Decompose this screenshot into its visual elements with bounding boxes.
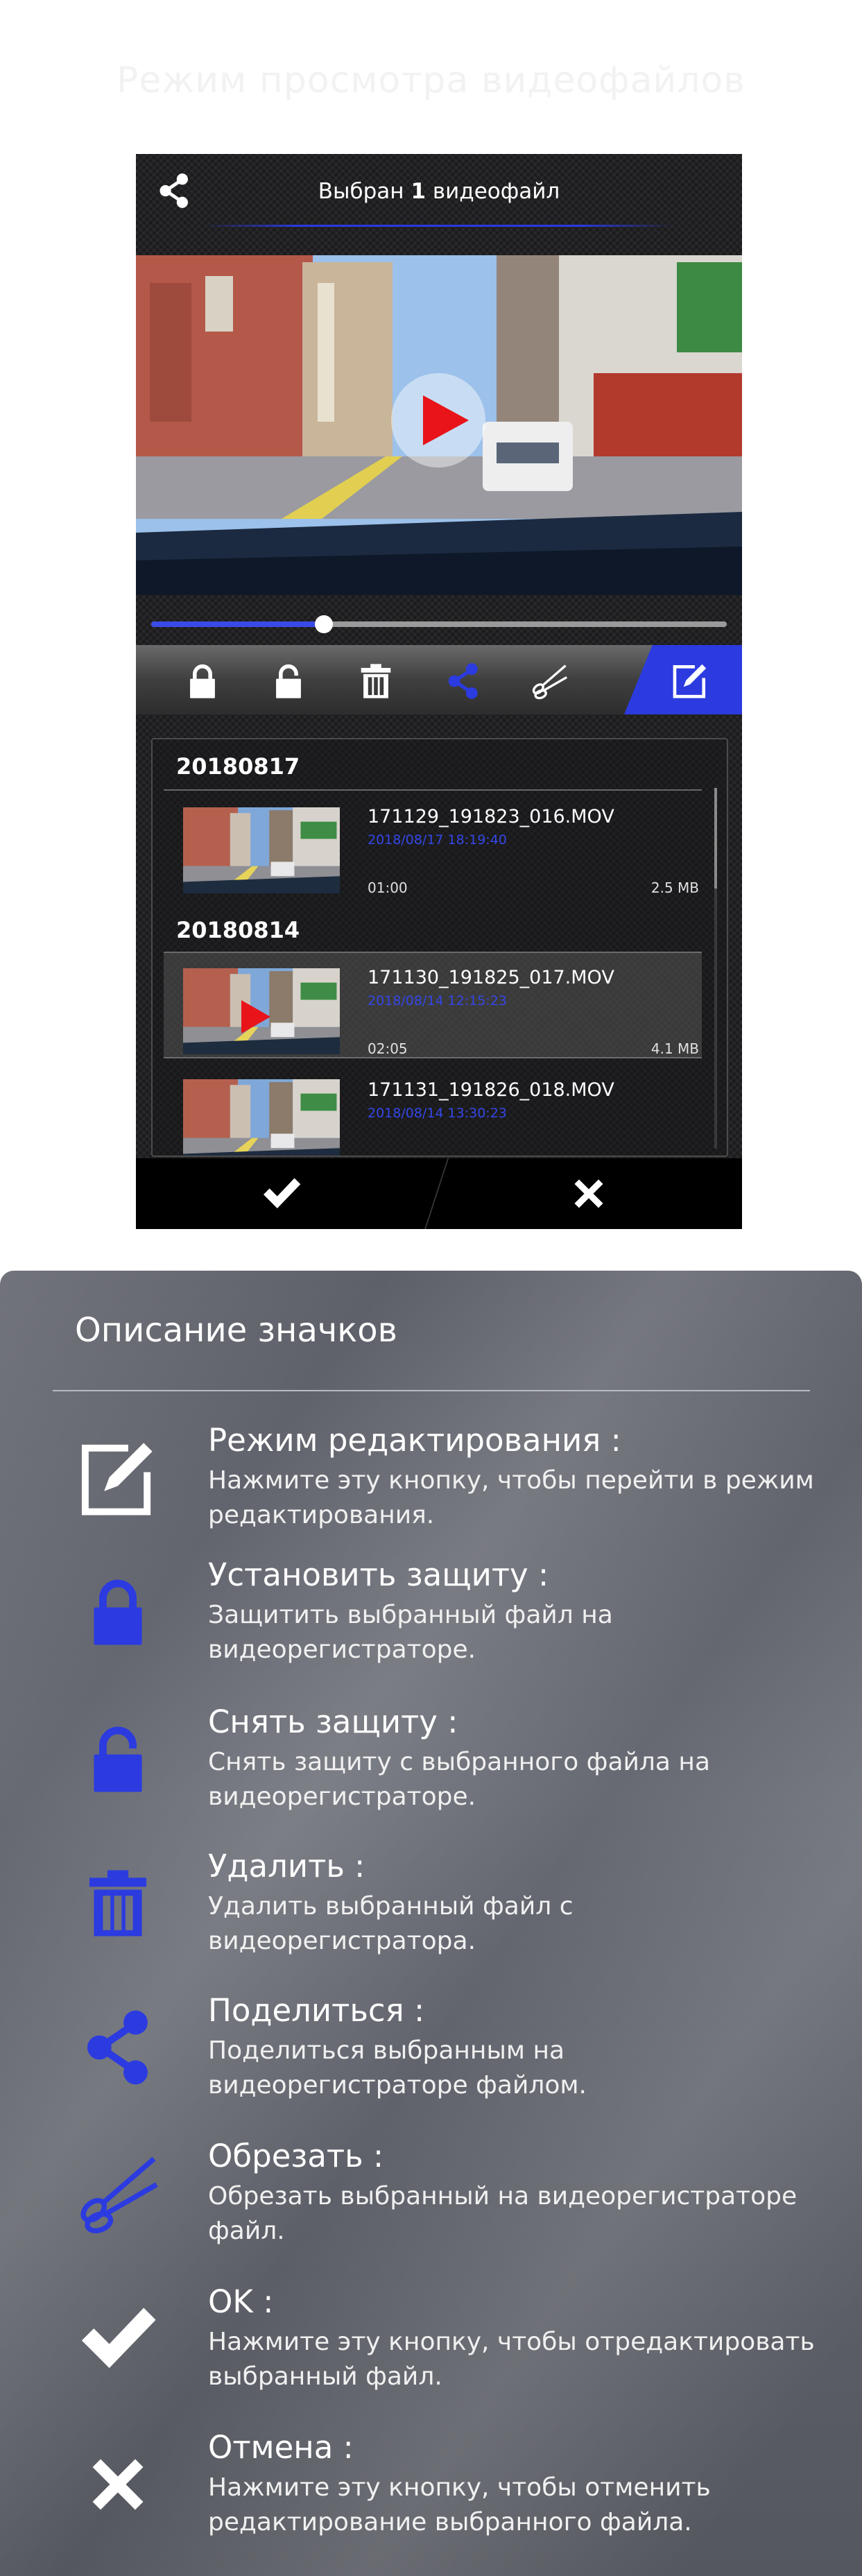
selected-count: 1	[411, 179, 426, 204]
file-datetime: 2018/08/14 13:30:23	[368, 1106, 507, 1121]
scissors-icon[interactable]	[530, 660, 569, 702]
page-header: Режим просмотра видеофайлов	[117, 60, 745, 101]
title-prefix: Выбран	[318, 179, 404, 204]
divider	[53, 1390, 810, 1391]
file-name: 171130_191825_017.MOV	[368, 967, 614, 988]
progress-bar[interactable]	[151, 615, 727, 633]
legend-title: Описание значков	[75, 1311, 397, 1350]
edit-icon	[670, 660, 710, 701]
top-bar: Выбран 1 видеофайл	[136, 154, 742, 229]
play-icon	[241, 1000, 270, 1033]
play-button[interactable]	[391, 373, 485, 467]
legend-item-text: Нажмите эту кнопку, чтобы отредактироват…	[208, 2328, 815, 2391]
trash-icon[interactable]	[356, 660, 395, 702]
legend-item-unlock: Снять защиту : Снять защиту с выбранного…	[0, 1703, 862, 1842]
scissors-icon	[75, 2150, 161, 2236]
share-icon	[78, 2004, 158, 2090]
date-group-header: 20180817	[176, 753, 300, 780]
legend-item-title: Установить защиту :	[208, 1556, 549, 1593]
lock-icon	[80, 1569, 155, 1655]
legend-item-title: Режим редактирования :	[208, 1422, 621, 1459]
check-icon[interactable]	[259, 1172, 304, 1215]
file-name: 171129_191823_016.MOV	[368, 806, 614, 827]
file-duration: 01:00	[368, 879, 408, 896]
close-icon[interactable]	[570, 1175, 607, 1212]
legend-item-title: Поделиться :	[208, 1992, 425, 2029]
divider	[164, 789, 702, 791]
progress-fill	[151, 621, 324, 627]
file-datetime: 2018/08/17 18:19:40	[368, 832, 507, 848]
selection-title: Выбран 1 видеофайл	[136, 179, 742, 204]
progress-handle[interactable]	[315, 615, 333, 633]
unlock-icon[interactable]	[269, 660, 308, 702]
legend-item-title: Обрезать :	[208, 2138, 384, 2174]
video-preview[interactable]	[136, 255, 742, 595]
list-item[interactable]: 171131_191826_018.MOV 2018/08/14 13:30:2…	[164, 1072, 702, 1157]
legend-item-text: Удалить выбранный файл с видеорегистрато…	[208, 1892, 574, 1955]
legend-item-text: Нажмите эту кнопку, чтобы перейти в режи…	[208, 1466, 814, 1529]
scrollbar[interactable]	[714, 788, 717, 1149]
legend-item-title: OK :	[208, 2283, 274, 2320]
video-thumbnail	[183, 807, 340, 893]
play-icon	[423, 395, 469, 445]
edit-icon	[75, 1434, 161, 1520]
unlock-icon	[80, 1716, 155, 1802]
title-suffix: видеофайл	[432, 179, 560, 204]
legend-item-share: Поделиться : Поделиться выбранным на вид…	[0, 1992, 862, 2131]
legend-item-title: Отмена :	[208, 2429, 354, 2466]
check-icon	[75, 2296, 161, 2382]
icon-legend-panel: Описание значков Режим редактирования : …	[0, 1271, 862, 2576]
file-size: 4.1 MB	[650, 1040, 699, 1057]
legend-item-trim: Обрезать : Обрезать выбранный на видеоре…	[0, 2138, 862, 2276]
share-icon[interactable]	[444, 660, 483, 702]
legend-item-text: Обрезать выбранный на видеорегистраторе …	[208, 2182, 798, 2245]
video-thumbnail	[183, 1079, 340, 1157]
lock-icon[interactable]	[183, 660, 222, 702]
legend-item-text: Нажмите эту кнопку, чтобы отменить редак…	[208, 2473, 711, 2536]
file-list[interactable]: 20180817 171129_191823_016.MOV 2018/08/1…	[151, 738, 728, 1157]
legend-item-title: Снять защиту :	[208, 1703, 458, 1740]
phone-screen: Выбран 1 видеофайл 20180817 171129_19182…	[136, 154, 742, 1229]
divider	[423, 1158, 449, 1229]
title-underline	[202, 225, 675, 227]
trash-icon	[80, 1860, 155, 1946]
file-name: 171131_191826_018.MOV	[368, 1079, 614, 1101]
legend-item-text: Поделиться выбранным на видеорегистратор…	[208, 2036, 587, 2100]
bottom-action-bar	[136, 1158, 742, 1229]
file-duration: 02:05	[368, 1040, 408, 1057]
legend-item-delete: Удалить : Удалить выбранный файл с видео…	[0, 1848, 862, 1986]
close-icon	[85, 2441, 151, 2527]
legend-item-edit: Режим редактирования : Нажмите эту кнопк…	[0, 1422, 862, 1561]
legend-item-ok: OK : Нажмите эту кнопку, чтобы отредакти…	[0, 2283, 862, 2422]
date-group-header: 20180814	[176, 917, 300, 943]
scrollbar-thumb[interactable]	[714, 788, 717, 888]
legend-item-lock: Установить защиту : Защитить выбранный ф…	[0, 1556, 862, 1695]
legend-item-cancel: Отмена : Нажмите эту кнопку, чтобы отмен…	[0, 2429, 862, 2568]
legend-item-text: Защитить выбранный файл на видеорегистра…	[208, 1601, 613, 1664]
file-datetime: 2018/08/14 12:15:23	[368, 993, 507, 1008]
list-item-selected[interactable]: 171130_191825_017.MOV 2018/08/14 12:15:2…	[164, 952, 702, 1058]
file-size: 2.5 MB	[650, 879, 699, 896]
list-item[interactable]: 171129_191823_016.MOV 2018/08/17 18:19:4…	[164, 792, 702, 896]
legend-item-title: Удалить :	[208, 1848, 365, 1884]
legend-item-text: Снять защиту с выбранного файла на видео…	[208, 1748, 711, 1811]
